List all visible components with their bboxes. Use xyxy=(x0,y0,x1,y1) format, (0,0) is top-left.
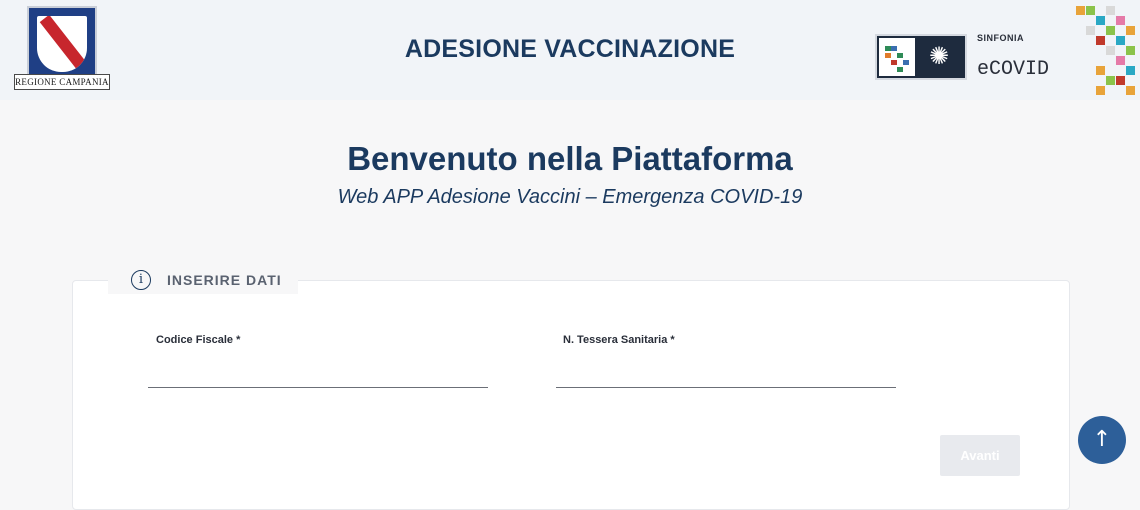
regione-campania-logo[interactable]: REGIONE CAMPANIA xyxy=(14,6,110,98)
partner-small-label: SINFONIA xyxy=(977,33,1025,43)
codice-fiscale-input[interactable] xyxy=(148,360,488,388)
welcome-subtitle: Web APP Adesione Vaccini – Emergenza COV… xyxy=(337,186,803,208)
ecovid-logo: ✺ xyxy=(875,34,967,80)
codice-fiscale-label: Codice Fiscale * xyxy=(156,334,241,346)
form-section-title: INSERIRE DATI xyxy=(167,272,282,288)
region-logo-label: REGIONE CAMPANIA xyxy=(14,74,110,90)
mosaic-decoration xyxy=(1076,6,1140,100)
page-header-title: ADESIONE VACCINAZIONE xyxy=(404,35,736,63)
shield-icon xyxy=(27,6,97,82)
arrow-up-icon: ↑ xyxy=(1092,427,1112,452)
welcome-title: Benvenuto nella Piattaforma xyxy=(347,140,793,177)
scroll-to-top-button[interactable]: ↑ xyxy=(1078,416,1126,464)
tessera-sanitaria-input[interactable] xyxy=(556,360,896,388)
form-card xyxy=(72,280,1070,510)
header: REGIONE CAMPANIA ADESIONE VACCINAZIONE ✺… xyxy=(0,0,1140,100)
avanti-button[interactable]: Avanti xyxy=(940,435,1020,476)
tessera-sanitaria-label: N. Tessera Sanitaria * xyxy=(563,334,675,346)
partner-name: eCOVID xyxy=(977,58,1050,81)
info-icon: i xyxy=(131,270,151,290)
virus-icon: ✺ xyxy=(929,43,950,70)
